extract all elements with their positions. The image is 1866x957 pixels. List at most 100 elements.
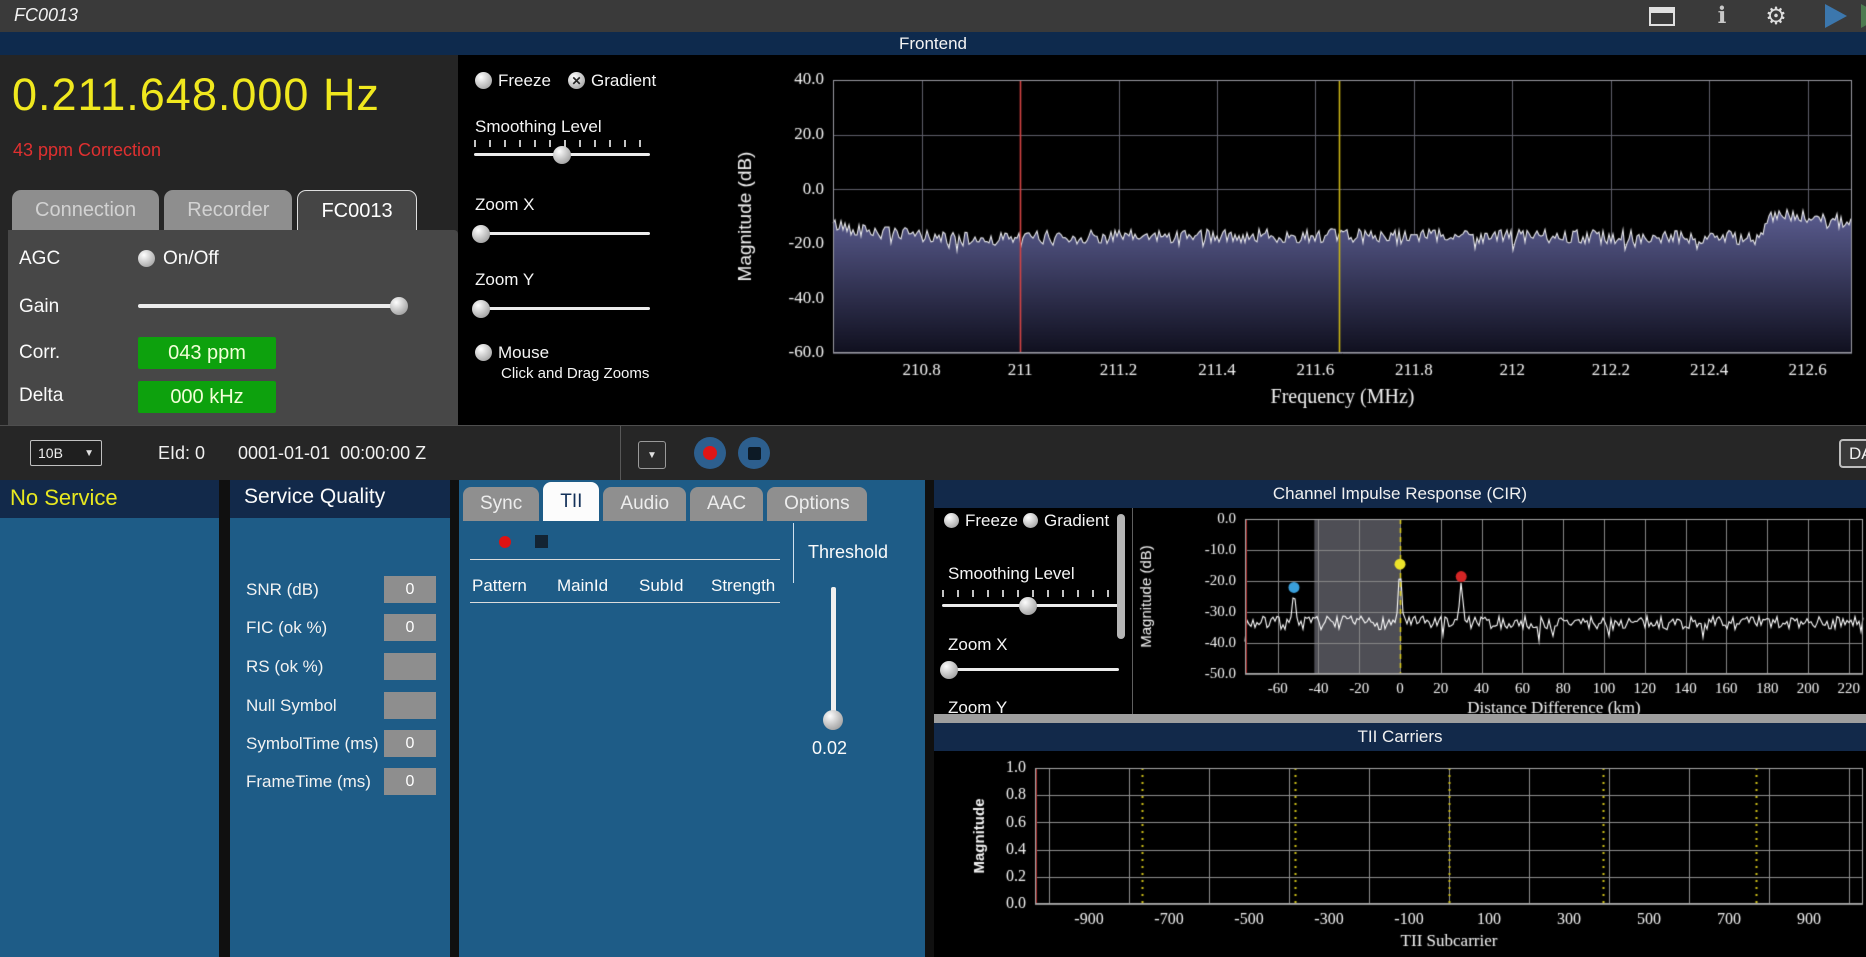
cir-scrollbar-vertical[interactable] — [1117, 514, 1125, 639]
tab-sync[interactable]: Sync — [463, 487, 539, 521]
fic-label: FIC (ok %) — [246, 618, 327, 638]
app-window: FC0013 ℹ ⚙ Frontend 0.211.648.000 Hz 43 … — [0, 0, 1866, 957]
tab-tii[interactable]: TII — [543, 482, 599, 521]
tab-connection[interactable]: Connection — [12, 190, 159, 230]
gradient-checkbox[interactable]: ✕ — [568, 72, 585, 89]
symboltime-label: SymbolTime (ms) — [246, 734, 379, 754]
tii-carriers-header: TII Carriers — [934, 723, 1866, 751]
cir-chart-separator — [1132, 508, 1133, 714]
cir-gradient-label: Gradient — [1044, 511, 1109, 531]
cir-scrollbar-horizontal[interactable] — [934, 714, 1866, 723]
tii-col-subid: SubId — [639, 576, 683, 596]
info-icon[interactable]: ℹ — [1708, 4, 1736, 28]
threshold-slider-knob[interactable] — [823, 710, 843, 730]
ensemble-id-label: EId: 0 — [158, 443, 205, 464]
stop-icon — [748, 447, 761, 460]
tii-carriers-chart[interactable] — [934, 751, 1866, 957]
cir-smoothing-slider-knob[interactable] — [1019, 597, 1037, 615]
record-button[interactable] — [694, 437, 726, 469]
tab-options[interactable]: Options — [767, 487, 866, 521]
gain-slider-knob[interactable] — [390, 297, 408, 315]
tii-divider — [470, 559, 780, 560]
panel-divider — [925, 480, 934, 957]
ppm-correction-label: 43 ppm Correction — [13, 140, 161, 161]
corr-label: Corr. — [19, 342, 60, 364]
cir-smoothing-ticks — [942, 590, 1120, 597]
tab-aac[interactable]: AAC — [690, 487, 763, 521]
agc-radio[interactable] — [138, 250, 155, 267]
snr-label: SNR (dB) — [246, 580, 319, 600]
zoom-x-label: Zoom X — [475, 195, 535, 215]
mouse-label: Mouse — [498, 343, 549, 363]
service-list[interactable] — [0, 518, 219, 957]
settings-gear-icon[interactable]: ⚙ — [1762, 4, 1790, 28]
tii-carriers-panel — [934, 751, 1866, 957]
freeze-label: Freeze — [498, 71, 551, 91]
tii-col-strength: Strength — [711, 576, 775, 596]
cir-zoom-x-slider-knob[interactable] — [940, 661, 958, 679]
device-panel: 0.211.648.000 Hz 43 ppm Correction Conne… — [0, 55, 458, 425]
frametime-value: 0 — [384, 768, 436, 795]
frontend-spectrum-chart[interactable] — [660, 55, 1866, 425]
device-tabs: Connection Recorder FC0013 — [12, 190, 417, 231]
tab-recorder[interactable]: Recorder — [164, 190, 292, 230]
threshold-label: Threshold — [808, 542, 888, 563]
gain-slider-track[interactable] — [138, 304, 406, 308]
agc-option-label: On/Off — [163, 248, 219, 270]
zoom-x-slider-track[interactable] — [474, 232, 650, 235]
play-secondary-icon[interactable] — [1858, 4, 1866, 28]
tii-header-underline — [470, 602, 780, 603]
smoothing-slider-knob[interactable] — [553, 146, 571, 164]
symboltime-value: 0 — [384, 730, 436, 757]
channel-value: 10B — [38, 445, 63, 461]
cir-panel: Freeze Gradient Smoothing Level Zoom X Z… — [934, 508, 1866, 714]
cir-gradient-radio[interactable] — [1023, 513, 1038, 528]
channel-select[interactable]: 10B ▼ — [30, 440, 102, 466]
cir-zoom-x-label: Zoom X — [948, 635, 1008, 655]
cir-chart[interactable] — [1135, 508, 1866, 714]
rs-label: RS (ok %) — [246, 657, 323, 677]
datetime-label: 0001-01-01 00:00:00 Z — [238, 443, 426, 464]
chevron-down-icon: ▼ — [647, 450, 657, 461]
tii-carriers-title: TII Carriers — [1358, 727, 1443, 746]
cir-zoom-x-slider-track[interactable] — [942, 668, 1119, 671]
zoom-y-slider-track[interactable] — [474, 307, 650, 310]
cir-freeze-radio[interactable] — [944, 513, 959, 528]
mouse-radio[interactable] — [475, 344, 492, 361]
smoothing-label: Smoothing Level — [475, 117, 602, 137]
tab-audio[interactable]: Audio — [603, 487, 686, 521]
cir-header: Channel Impulse Response (CIR) — [934, 480, 1866, 508]
agc-label: AGC — [19, 248, 60, 270]
corr-value-badge: 043 ppm — [138, 337, 276, 369]
fic-value: 0 — [384, 614, 436, 641]
record-icon — [703, 446, 717, 460]
tii-threshold-separator — [793, 523, 794, 583]
zoom-y-slider-knob[interactable] — [472, 300, 490, 318]
tii-stop-indicator-icon[interactable] — [535, 535, 548, 548]
delta-label: Delta — [19, 385, 63, 407]
dab-mode-button[interactable]: DAB — [1839, 439, 1866, 468]
freeze-radio[interactable] — [475, 72, 492, 89]
toolbar-separator — [620, 426, 621, 481]
cir-controls: Freeze Gradient Smoothing Level Zoom X Z… — [934, 508, 1134, 714]
threshold-slider-track[interactable] — [831, 587, 836, 720]
zoom-x-slider-knob[interactable] — [472, 225, 490, 243]
tab-fc0013[interactable]: FC0013 — [297, 190, 416, 231]
frontend-header-bar: Frontend — [0, 32, 1866, 55]
tii-record-indicator-icon[interactable] — [499, 536, 511, 548]
window-icon[interactable] — [1648, 4, 1676, 28]
frontend-title: Frontend — [899, 34, 967, 53]
tii-col-mainid: MainId — [557, 576, 608, 596]
zoom-y-label: Zoom Y — [475, 270, 534, 290]
play-icon[interactable] — [1822, 4, 1850, 28]
window-title: FC0013 — [14, 5, 78, 26]
recorder-dropdown-button[interactable]: ▼ — [638, 441, 666, 469]
stop-button[interactable] — [738, 437, 770, 469]
detail-tabs: Sync TII Audio AAC Options — [463, 482, 867, 521]
cir-smoothing-label: Smoothing Level — [948, 564, 1075, 584]
play-triangle — [1825, 4, 1847, 28]
service-list-title: No Service — [10, 485, 118, 511]
mouse-hint: Click and Drag Zooms — [501, 365, 649, 382]
cir-zoom-y-label: Zoom Y — [948, 698, 1007, 714]
threshold-value: 0.02 — [812, 738, 847, 759]
